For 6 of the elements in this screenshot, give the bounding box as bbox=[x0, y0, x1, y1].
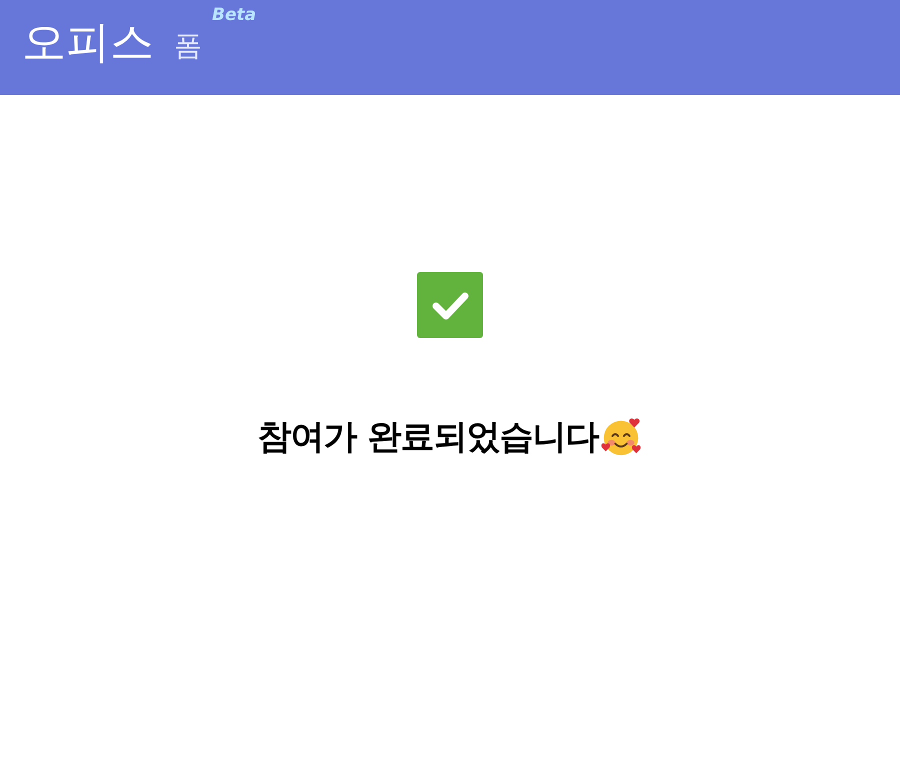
app-logo[interactable]: 오피스 bbox=[22, 16, 154, 70]
product-name: 폼 bbox=[174, 28, 202, 64]
completion-message: 참여가 완료되었습니다 bbox=[258, 416, 598, 459]
checkmark-icon bbox=[417, 272, 483, 338]
smiley-hearts-icon bbox=[600, 416, 642, 458]
beta-label: Beta bbox=[212, 4, 256, 26]
